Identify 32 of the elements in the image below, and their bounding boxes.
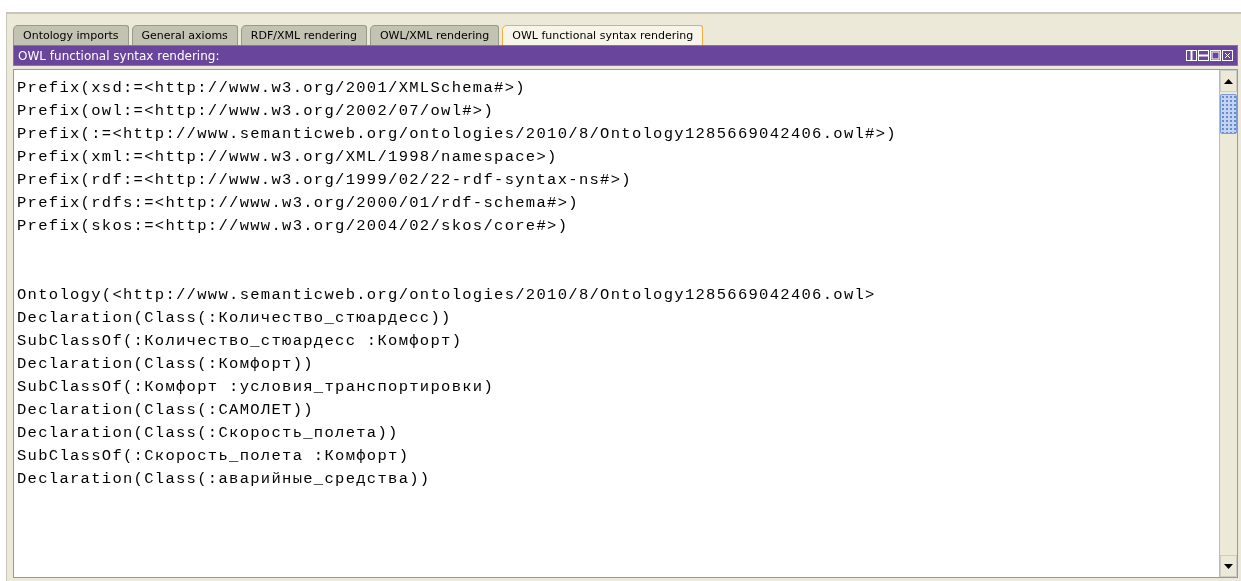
code-line: Prefix(owl:=<http://www.w3.org/2002/07/owl#>) bbox=[17, 101, 495, 122]
up-triangle-icon bbox=[1224, 78, 1233, 84]
tab[interactable]: General axioms bbox=[131, 25, 238, 45]
code-line: Prefix(xsd:=<http://www.w3.org/2001/XMLSchema#>) bbox=[17, 78, 526, 99]
close-icon[interactable] bbox=[1222, 50, 1233, 61]
code-line: Declaration(Class(:Скорость_полета)) bbox=[17, 423, 399, 444]
code-line: Declaration(Class(:САМОЛЕТ)) bbox=[17, 400, 314, 421]
down-triangle-icon bbox=[1224, 563, 1233, 569]
tab[interactable]: RDF/XML rendering bbox=[240, 25, 367, 45]
code-line: Prefix(rdf:=<http://www.w3.org/1999/02/22-rdf-syntax-ns#>) bbox=[17, 170, 632, 191]
code-line: Declaration(Class(:аварийные_средства)) bbox=[17, 469, 431, 490]
code-line: Prefix(:=<http://www.semanticweb.org/ontologies/2010/8/Ontology1285669042406.owl#>) bbox=[17, 124, 897, 145]
scroll-up-button[interactable] bbox=[1220, 70, 1237, 92]
scrollbar[interactable] bbox=[1219, 70, 1237, 577]
tab[interactable]: OWL functional syntax rendering bbox=[502, 25, 704, 45]
scroll-thumb[interactable] bbox=[1220, 94, 1237, 134]
code-line: Declaration(Class(:Комфорт)) bbox=[17, 354, 314, 375]
tab[interactable]: Ontology imports bbox=[13, 25, 129, 45]
panel-title: OWL functional syntax rendering: bbox=[18, 48, 220, 63]
code-line: Declaration(Class(:Количество_стюардесс)) bbox=[17, 308, 452, 329]
maximize-icon[interactable] bbox=[1210, 50, 1221, 61]
scroll-down-button[interactable] bbox=[1220, 555, 1237, 577]
code-line: Ontology(<http://www.semanticweb.org/ontologies/2010/8/Ontology1285669042406.owl> bbox=[17, 285, 876, 306]
tab[interactable]: OWL/XML rendering bbox=[369, 25, 500, 45]
code-line: SubClassOf(:Скорость_полета :Комфорт) bbox=[17, 446, 410, 467]
code-line: SubClassOf(:Количество_стюардесс :Комфорт) bbox=[17, 331, 463, 352]
code-line: Prefix(skos:=<http://www.w3.org/2004/02/skos/core#>) bbox=[17, 216, 569, 237]
split-rows-icon[interactable] bbox=[1198, 50, 1209, 61]
code-line: SubClassOf(:Комфорт :условия_транспортировки) bbox=[17, 377, 495, 398]
split-columns-icon[interactable] bbox=[1186, 50, 1197, 61]
code-line: Prefix(xml:=<http://www.w3.org/XML/1998/namespace>) bbox=[17, 147, 558, 168]
code-line: Prefix(rdfs:=<http://www.w3.org/2000/01/rdf-schema#>) bbox=[17, 193, 579, 214]
